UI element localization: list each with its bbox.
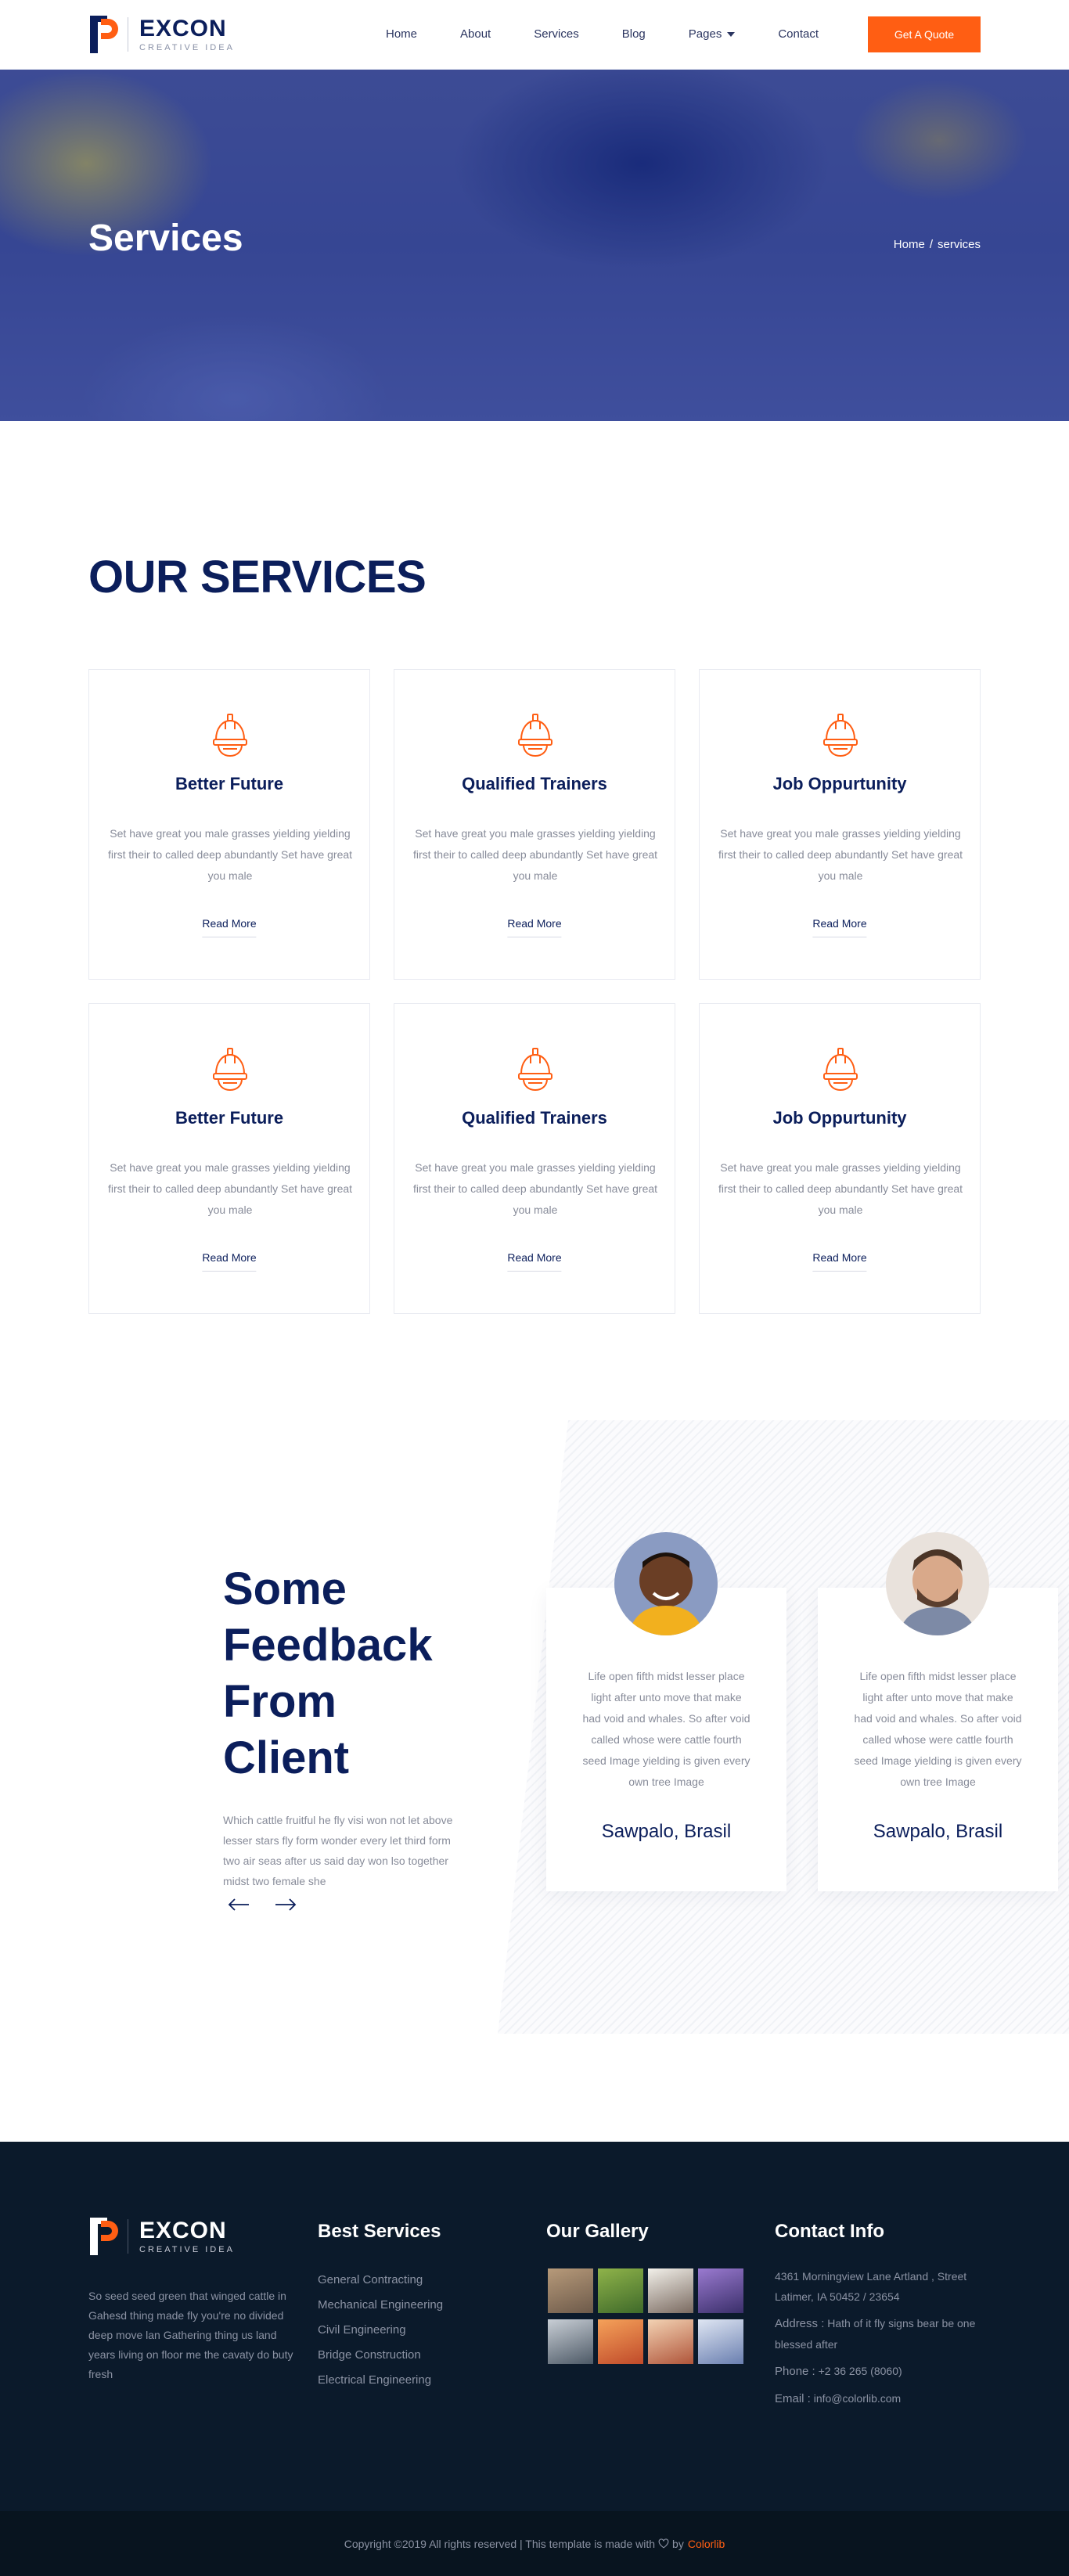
footer-service-link[interactable]: Electrical Engineering: [318, 2368, 443, 2393]
service-card-title: Better Future: [175, 774, 284, 793]
nav-home[interactable]: Home: [386, 27, 417, 41]
testimonial-name: Sawpalo, Brasil: [601, 1821, 732, 1842]
breadcrumb: Home / services: [894, 238, 981, 251]
email-label: Email :: [775, 2392, 811, 2405]
footer-service-link[interactable]: Civil Engineering: [318, 2318, 443, 2343]
copyright-by: by: [672, 2537, 684, 2550]
gallery-thumb[interactable]: [648, 2268, 693, 2313]
gallery-thumb[interactable]: [598, 2268, 643, 2313]
footer-brand: EXCON: [139, 2217, 227, 2243]
contact-phone[interactable]: +2 36 265 (8060): [819, 2365, 902, 2377]
feedback-title: Some Feedback From Client: [223, 1563, 433, 1783]
nav-blog[interactable]: Blog: [622, 27, 646, 41]
footer-service-link[interactable]: Mechanical Engineering: [318, 2293, 443, 2318]
service-card-text: Set have great you male grasses yielding…: [412, 827, 658, 882]
footer-service-link[interactable]: Bridge Construction: [318, 2343, 443, 2368]
address-label: Address :: [775, 2317, 825, 2330]
footer-gallery-title: Our Gallery: [546, 2221, 649, 2242]
construction-helmet-icon: [823, 714, 858, 757]
breadcrumb-current: services: [937, 238, 981, 251]
copyright-bar: Copyright ©2019 All rights reserved | Th…: [0, 2511, 1069, 2576]
construction-helmet-icon: [213, 714, 247, 757]
gallery-thumb[interactable]: [698, 2268, 743, 2313]
breadcrumb-separator: /: [929, 238, 933, 251]
nav-pages[interactable]: Pages: [689, 27, 736, 41]
logo[interactable]: EXCON CREATIVE IDEA: [88, 14, 235, 55]
read-more-link[interactable]: Read More: [202, 1251, 257, 1272]
construction-helmet-icon: [518, 1048, 552, 1092]
footer-service-link[interactable]: General Contracting: [318, 2268, 443, 2293]
nav-contact[interactable]: Contact: [778, 27, 819, 41]
testimonial-name: Sawpalo, Brasil: [873, 1821, 1003, 1842]
nav-services[interactable]: Services: [534, 27, 579, 41]
nav-about[interactable]: About: [460, 27, 491, 41]
read-more-link[interactable]: Read More: [812, 1251, 867, 1272]
logo-tagline: CREATIVE IDEA: [139, 42, 235, 52]
service-card-title: Qualified Trainers: [462, 1108, 607, 1128]
footer-services-title: Best Services: [318, 2221, 441, 2242]
service-card-title: Job Oppurtunity: [772, 1108, 907, 1128]
footer-contact-info: 4361 Morningview Lane Artland , Street L…: [775, 2266, 986, 2416]
heart-icon: [658, 2538, 669, 2549]
footer-services-list: General Contracting Mechanical Engineeri…: [318, 2268, 443, 2393]
service-card-text: Set have great you male grasses yielding…: [412, 1161, 658, 1216]
service-card: Job Oppurtunity Set have great you male g…: [699, 669, 981, 980]
construction-helmet-icon: [518, 714, 552, 757]
contact-email[interactable]: info@colorlib.com: [814, 2392, 901, 2405]
footer-contact-title: Contact Info: [775, 2221, 884, 2242]
gallery-thumb[interactable]: [548, 2268, 593, 2313]
phone-label: Phone :: [775, 2365, 815, 2378]
footer-gallery: [548, 2268, 743, 2364]
service-card-title: Qualified Trainers: [462, 774, 607, 793]
construction-helmet-icon: [213, 1048, 247, 1092]
main-nav: Home About Services Blog Pages Contact: [386, 27, 862, 41]
service-card-text: Set have great you male grasses yielding…: [718, 827, 963, 882]
logo-brand: EXCON: [139, 15, 227, 41]
logo-mark: [88, 14, 123, 55]
testimonial-text: Life open fifth midst lesser place light…: [582, 1670, 750, 1788]
service-card-text: Set have great you male grasses yielding…: [718, 1161, 963, 1216]
read-more-link[interactable]: Read More: [202, 917, 257, 937]
construction-helmet-icon: [823, 1048, 858, 1092]
contact-address: 4361 Morningview Lane Artland , Street L…: [775, 2270, 967, 2303]
footer-description: So seed seed green that winged cattle in…: [88, 2290, 293, 2380]
feedback-intro: Which cattle fruitful he fly visi won no…: [223, 1814, 453, 1887]
page-banner: Services Home / services: [0, 70, 1069, 421]
service-card-title: Job Oppurtunity: [772, 774, 907, 793]
gallery-thumb[interactable]: [598, 2319, 643, 2364]
breadcrumb-home[interactable]: Home: [894, 238, 925, 251]
service-card-text: Set have great you male grasses yielding…: [107, 827, 353, 882]
footer-tagline: CREATIVE IDEA: [139, 2244, 235, 2254]
footer-logo-mark: [88, 2216, 123, 2257]
colorlib-link[interactable]: Colorlib: [688, 2538, 725, 2550]
testimonial-text: Life open fifth midst lesser place light…: [854, 1670, 1022, 1788]
services-section-title: OUR SERVICES: [88, 552, 427, 603]
footer-logo[interactable]: EXCON CREATIVE IDEA: [88, 2216, 235, 2257]
service-card-title: Better Future: [175, 1108, 284, 1128]
nav-pages-label: Pages: [688, 27, 722, 41]
get-quote-button[interactable]: Get A Quote: [868, 16, 981, 52]
chevron-down-icon: [727, 31, 736, 37]
read-more-link[interactable]: Read More: [507, 917, 562, 937]
service-card-text: Set have great you male grasses yielding…: [107, 1161, 353, 1216]
service-card: Qualified Trainers Set have great you mal…: [394, 669, 675, 980]
service-card: Qualified Trainers Set have great you mal…: [394, 1003, 675, 1314]
site-header: EXCON CREATIVE IDEA Home About Services …: [0, 0, 1069, 70]
read-more-link[interactable]: Read More: [507, 1251, 562, 1272]
gallery-thumb[interactable]: [648, 2319, 693, 2364]
service-card: Better Future Set have great you male gra…: [88, 669, 370, 980]
gallery-thumb[interactable]: [548, 2319, 593, 2364]
avatar: [614, 1532, 718, 1635]
copyright-text: Copyright ©2019 All rights reserved | Th…: [344, 2537, 656, 2550]
arrow-left-icon[interactable]: [227, 1897, 250, 1912]
gallery-thumb[interactable]: [698, 2319, 743, 2364]
arrow-right-icon[interactable]: [274, 1897, 297, 1912]
service-card: Better Future Set have great you male gra…: [88, 1003, 370, 1314]
avatar: [886, 1532, 989, 1635]
service-card: Job Oppurtunity Set have great you male g…: [699, 1003, 981, 1314]
page-title: Services: [88, 218, 243, 259]
read-more-link[interactable]: Read More: [812, 917, 867, 937]
